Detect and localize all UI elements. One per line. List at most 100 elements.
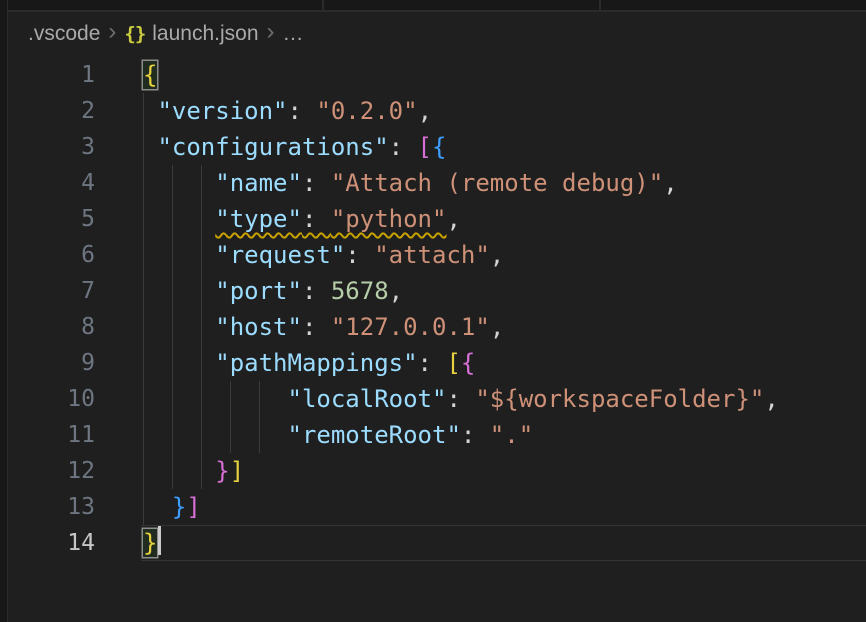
code-text: }] <box>95 489 201 525</box>
code-token: "port" <box>215 277 302 305</box>
code-token: "request" <box>215 241 345 269</box>
code-text: "request": "attach", <box>95 237 504 273</box>
code-line[interactable]: 14} <box>8 525 866 561</box>
indent-guide <box>201 165 202 489</box>
editor-lines: 1{2 "version": "0.2.0",3 "configurations… <box>8 57 866 561</box>
code-text: "type": "python", <box>95 201 461 237</box>
code-line[interactable]: 4 "name": "Attach (remote debug)", <box>8 165 866 201</box>
bracket-match: } <box>143 529 157 557</box>
code-token: , <box>663 169 677 197</box>
warning-squiggle: "type": "python" <box>215 205 446 233</box>
line-number[interactable]: 13 <box>8 489 95 525</box>
line-number[interactable]: 6 <box>8 237 95 273</box>
indent-guide <box>172 165 173 489</box>
breadcrumb: .vscode › {} launch.json › … <box>8 12 866 56</box>
code-token: { <box>432 133 446 161</box>
json-file-icon: {} <box>124 23 145 45</box>
tab-divider <box>599 0 601 10</box>
code-token: ] <box>186 493 200 521</box>
code-token: { <box>461 349 475 377</box>
code-token: "python" <box>331 205 447 233</box>
line-number[interactable]: 11 <box>8 417 95 453</box>
code-token: , <box>490 241 504 269</box>
code-token: : <box>302 169 331 197</box>
text-cursor <box>158 525 161 555</box>
code-token: : <box>345 241 374 269</box>
line-number[interactable]: 8 <box>8 309 95 345</box>
code-token: "Attach (remote debug)" <box>331 169 663 197</box>
bracket-match: { <box>143 61 157 89</box>
code-text: "host": "127.0.0.1", <box>95 309 504 345</box>
code-line[interactable]: 5 "type": "python", <box>8 201 866 237</box>
line-number[interactable]: 9 <box>8 345 95 381</box>
code-token: "${workspaceFolder}" <box>475 385 764 413</box>
breadcrumb-file[interactable]: launch.json <box>152 22 258 46</box>
code-token: ] <box>230 457 244 485</box>
code-token: : <box>446 385 475 413</box>
code-text: }] <box>95 453 244 489</box>
code-token: , <box>418 97 432 125</box>
code-line[interactable]: 8 "host": "127.0.0.1", <box>8 309 866 345</box>
tab-bar-edge <box>8 0 866 12</box>
code-token: "." <box>490 421 533 449</box>
tab-divider <box>322 0 324 10</box>
code-token: } <box>172 493 186 521</box>
code-token: "127.0.0.1" <box>331 313 490 341</box>
line-number[interactable]: 3 <box>8 129 95 165</box>
code-line[interactable]: 9 "pathMappings": [{ <box>8 345 866 381</box>
code-text: "port": 5678, <box>95 273 403 309</box>
line-number[interactable]: 2 <box>8 93 95 129</box>
code-text: "localRoot": "${workspaceFolder}", <box>95 381 779 417</box>
code-token: : <box>418 349 447 377</box>
code-token: : <box>389 133 418 161</box>
line-number[interactable]: 5 <box>8 201 95 237</box>
code-token: "name" <box>215 169 302 197</box>
code-line[interactable]: 11 "remoteRoot": "." <box>8 417 866 453</box>
code-text: "remoteRoot": "." <box>95 417 533 453</box>
code-token: "localRoot" <box>288 385 447 413</box>
code-token: "remoteRoot" <box>288 421 461 449</box>
code-token: "host" <box>215 313 302 341</box>
line-number[interactable]: 7 <box>8 273 95 309</box>
code-token: "pathMappings" <box>215 349 417 377</box>
line-number[interactable]: 4 <box>8 165 95 201</box>
code-token: : <box>302 277 331 305</box>
editor-code-area[interactable]: 1{2 "version": "0.2.0",3 "configurations… <box>8 57 866 622</box>
indent-guide <box>230 381 231 453</box>
code-token: , <box>490 313 504 341</box>
code-line[interactable]: 12 }] <box>8 453 866 489</box>
code-token: , <box>764 385 778 413</box>
code-line[interactable]: 1{ <box>8 57 866 93</box>
chevron-right-icon: › <box>100 18 124 46</box>
code-token: : <box>302 313 331 341</box>
code-token: : <box>288 97 317 125</box>
code-text: "configurations": [{ <box>95 129 446 165</box>
code-token: "0.2.0" <box>316 97 417 125</box>
code-text: "pathMappings": [{ <box>95 345 475 381</box>
code-line[interactable]: 13 }] <box>8 489 866 525</box>
code-line[interactable]: 10 "localRoot": "${workspaceFolder}", <box>8 381 866 417</box>
code-line[interactable]: 3 "configurations": [{ <box>8 129 866 165</box>
line-number[interactable]: 1 <box>8 57 95 93</box>
code-token: , <box>389 277 403 305</box>
breadcrumb-folder[interactable]: .vscode <box>28 22 100 46</box>
code-token: "attach" <box>374 241 490 269</box>
code-token: 5678 <box>331 277 389 305</box>
code-text: "version": "0.2.0", <box>95 93 432 129</box>
line-number[interactable]: 10 <box>8 381 95 417</box>
indent-guide <box>143 93 144 525</box>
code-line[interactable]: 7 "port": 5678, <box>8 273 866 309</box>
code-line[interactable]: 6 "request": "attach", <box>8 237 866 273</box>
code-token: } <box>215 457 229 485</box>
line-number[interactable]: 12 <box>8 453 95 489</box>
line-number[interactable]: 14 <box>8 525 95 561</box>
indent-guide <box>259 381 260 453</box>
code-token: , <box>446 205 460 233</box>
code-text: } <box>95 525 161 561</box>
code-token: : <box>461 421 490 449</box>
code-token: [ <box>446 349 460 377</box>
chevron-right-icon: › <box>259 18 283 46</box>
breadcrumb-symbol-picker[interactable]: … <box>283 22 304 46</box>
vscode-window: .vscode › {} launch.json › … 1{2 "versio… <box>0 0 866 622</box>
code-line[interactable]: 2 "version": "0.2.0", <box>8 93 866 129</box>
